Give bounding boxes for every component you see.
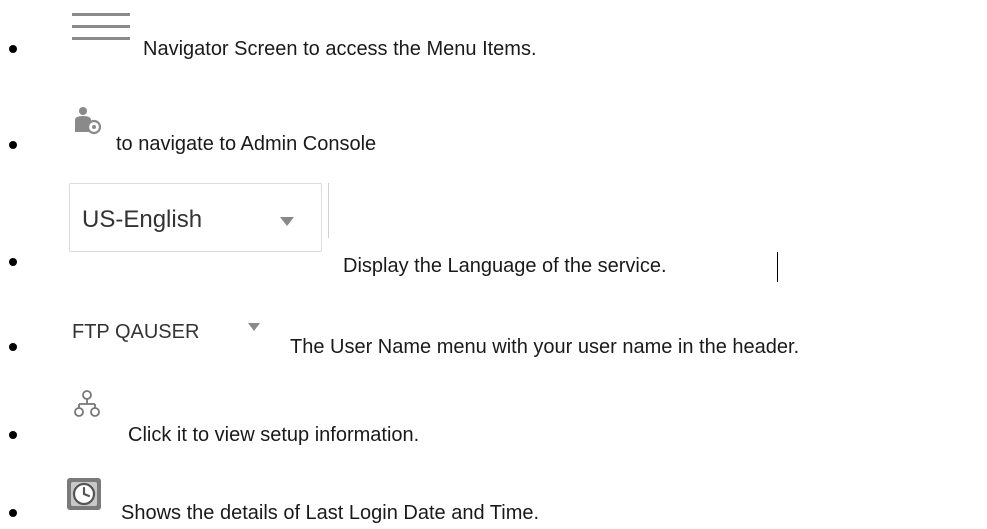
hamburger-menu-icon[interactable] <box>72 13 130 41</box>
bullet-3 <box>9 258 17 266</box>
divider <box>328 183 329 238</box>
setup-hierarchy-icon[interactable] <box>72 389 104 421</box>
last-login-clock-icon[interactable] <box>65 476 103 512</box>
admin-console-icon[interactable] <box>71 106 103 138</box>
user-name-menu[interactable]: FTP QAUSER <box>72 320 199 344</box>
item-1-text: Navigator Screen to access the Menu Item… <box>143 38 537 60</box>
bullet-2 <box>9 141 17 149</box>
item-4-text: The User Name menu with your user name i… <box>290 336 800 358</box>
chevron-down-icon <box>280 217 294 226</box>
language-select-value: US-English <box>82 206 203 233</box>
item-6-text: Shows the details of Last Login Date and… <box>121 502 540 524</box>
bullet-6 <box>9 509 17 517</box>
item-3-text: Display the Language of the service. <box>343 255 667 277</box>
text-cursor <box>777 252 778 282</box>
item-2-text: to navigate to Admin Console <box>116 133 377 155</box>
language-select[interactable]: US-English <box>69 183 322 252</box>
bullet-5 <box>9 431 17 439</box>
chevron-down-icon <box>248 323 260 331</box>
item-5-text: Click it to view setup information. <box>128 424 420 446</box>
bullet-1 <box>9 45 17 53</box>
bullet-4 <box>9 343 17 351</box>
